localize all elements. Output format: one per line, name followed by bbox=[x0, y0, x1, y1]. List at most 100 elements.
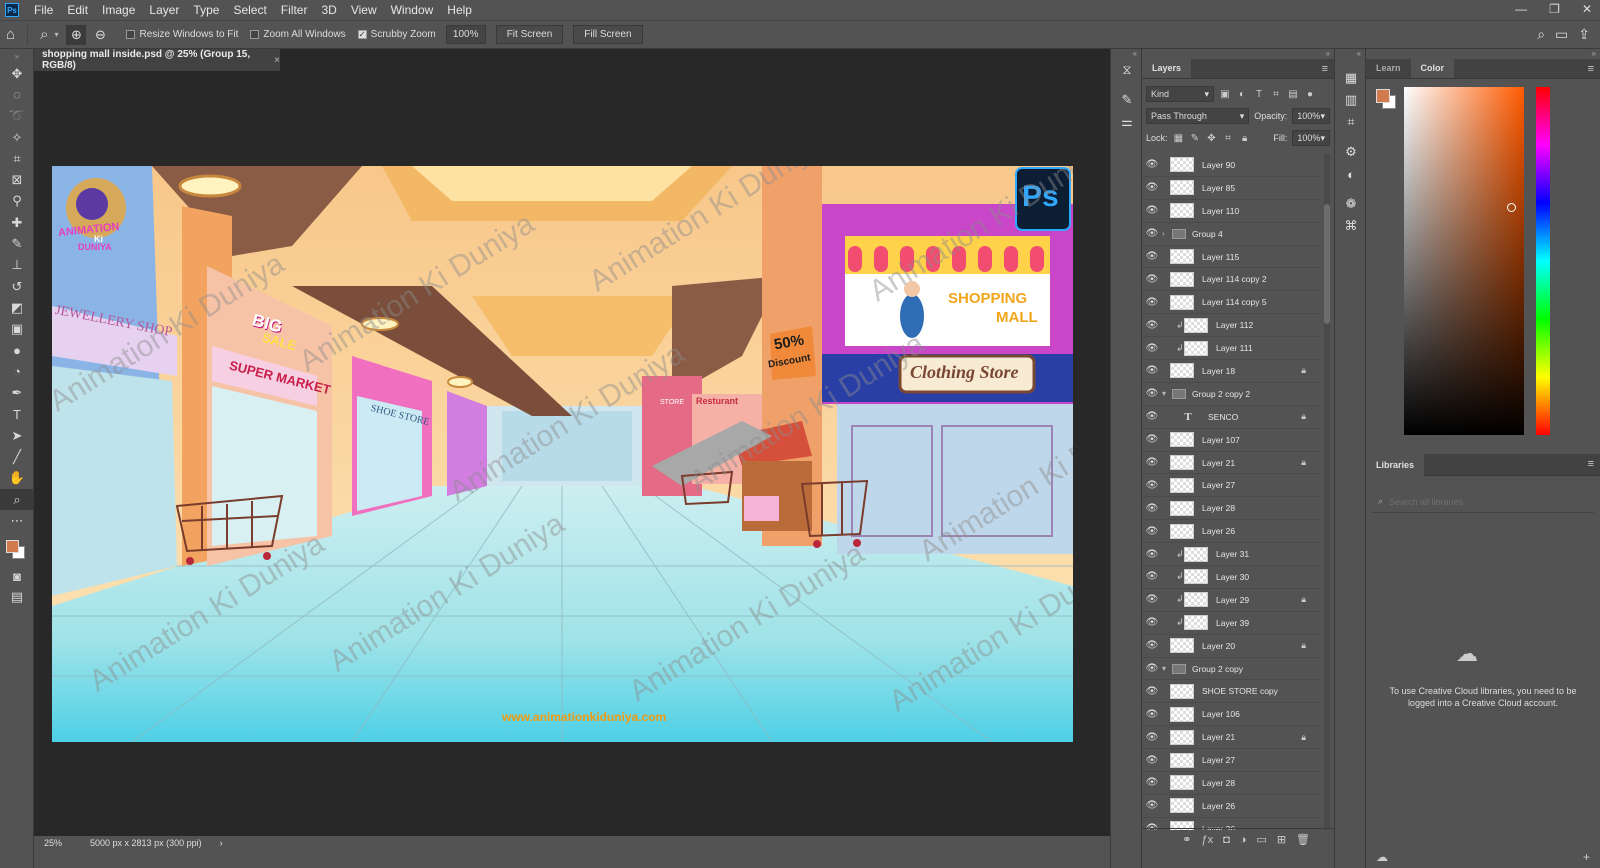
visibility-eye-icon[interactable]: 👁︎ bbox=[1142, 388, 1162, 399]
kind-filter-dropdown[interactable]: Kind ▾ bbox=[1146, 86, 1214, 102]
zoom-tool-icon[interactable]: ⌕ bbox=[0, 488, 34, 511]
layer-row[interactable]: 👁︎ Layer 106 bbox=[1142, 703, 1320, 727]
visibility-eye-icon[interactable]: 👁︎ bbox=[1142, 663, 1162, 674]
visibility-eye-icon[interactable]: 👁︎ bbox=[1142, 777, 1162, 788]
crop-tool-icon[interactable]: ⌗ bbox=[0, 148, 34, 169]
tab-learn[interactable]: Learn bbox=[1366, 58, 1411, 78]
stamp-tool-icon[interactable]: ⊥ bbox=[0, 255, 34, 276]
visibility-eye-icon[interactable]: 👁︎ bbox=[1142, 274, 1162, 285]
color-swatches[interactable] bbox=[0, 532, 34, 566]
visibility-eye-icon[interactable]: 👁︎ bbox=[1142, 617, 1162, 628]
brush-settings-icon[interactable]: ✎ bbox=[1111, 89, 1143, 111]
share-icon[interactable]: ⇪ bbox=[1578, 26, 1590, 43]
layer-name[interactable]: Layer 112 bbox=[1216, 320, 1253, 330]
layer-name[interactable]: Layer 21 bbox=[1202, 458, 1235, 468]
close-tab-icon[interactable]: × bbox=[274, 55, 280, 66]
zoom-in-icon[interactable]: ⊕ bbox=[66, 24, 87, 45]
layer-name[interactable]: Layer 107 bbox=[1202, 435, 1240, 445]
collapse-icon[interactable]: « bbox=[1111, 49, 1141, 59]
adjustments-icon[interactable]: ◐ bbox=[1335, 163, 1367, 185]
patterns-icon[interactable]: ⌗ bbox=[1335, 111, 1367, 133]
chevron-right-icon[interactable]: › bbox=[1162, 229, 1172, 238]
blur-tool-icon[interactable]: ● bbox=[0, 340, 34, 361]
minimize-icon[interactable]: — bbox=[1515, 2, 1527, 16]
visibility-eye-icon[interactable]: 👁︎ bbox=[1142, 297, 1162, 308]
visibility-eye-icon[interactable]: 👁︎ bbox=[1142, 205, 1162, 216]
scrollbar-thumb[interactable] bbox=[1324, 204, 1330, 324]
lasso-tool-icon[interactable]: ➰ bbox=[0, 106, 34, 127]
lock-transparent-icon[interactable]: ▦ bbox=[1173, 133, 1185, 144]
status-menu-arrow-icon[interactable]: › bbox=[220, 838, 223, 848]
color-picker-marker[interactable] bbox=[1507, 203, 1516, 212]
layer-row[interactable]: 👁︎ T SENCO 🔒︎ bbox=[1142, 406, 1320, 429]
tab-color[interactable]: Color bbox=[1410, 58, 1455, 78]
zoom-level[interactable]: 25% bbox=[44, 838, 62, 848]
restore-icon[interactable]: ❐ bbox=[1549, 2, 1560, 16]
eraser-tool-icon[interactable]: ◩ bbox=[0, 297, 34, 318]
photoshop-logo-icon[interactable]: Ps bbox=[5, 3, 19, 17]
layers-scrollbar[interactable] bbox=[1324, 154, 1330, 830]
layer-name[interactable]: Layer 20 bbox=[1202, 641, 1235, 651]
visibility-eye-icon[interactable]: 👁︎ bbox=[1142, 686, 1162, 697]
lock-position-icon[interactable]: ✥ bbox=[1206, 133, 1218, 144]
cloud-sync-icon[interactable]: ☁ bbox=[1376, 850, 1388, 864]
magic-wand-tool-icon[interactable]: ✧ bbox=[0, 127, 34, 148]
visibility-eye-icon[interactable]: 👁︎ bbox=[1142, 457, 1162, 468]
layer-row[interactable]: 👁︎ Layer 110 bbox=[1142, 200, 1320, 223]
panel-menu-icon[interactable]: ≡ bbox=[1588, 458, 1594, 470]
layer-name[interactable]: Layer 85 bbox=[1202, 183, 1235, 193]
layer-row[interactable]: 👁︎ Layer 21 🔒︎ bbox=[1142, 452, 1320, 475]
history-panel-icon[interactable]: ⧖ bbox=[1111, 59, 1143, 81]
quick-mask-icon[interactable]: ◙ bbox=[0, 566, 34, 587]
visibility-eye-icon[interactable]: 👁︎ bbox=[1142, 434, 1162, 445]
menu-type[interactable]: Type bbox=[186, 3, 226, 17]
layer-name[interactable]: Layer 27 bbox=[1202, 480, 1235, 490]
chevron-down-icon[interactable]: ▾ bbox=[54, 30, 58, 39]
menu-file[interactable]: File bbox=[27, 3, 60, 17]
fill-screen-button[interactable]: Fill Screen bbox=[573, 25, 643, 44]
add-library-icon[interactable]: + bbox=[1583, 850, 1590, 864]
layer-name[interactable]: Layer 114 copy 5 bbox=[1202, 297, 1267, 307]
layer-name[interactable]: Layer 106 bbox=[1202, 709, 1240, 719]
menu-3d[interactable]: 3D bbox=[314, 3, 343, 17]
gradients-icon[interactable]: ▥ bbox=[1335, 89, 1367, 111]
hand-tool-icon[interactable]: ✋ bbox=[0, 468, 34, 489]
layer-row[interactable]: 👁︎ Layer 28 bbox=[1142, 497, 1320, 521]
gradient-tool-icon[interactable]: ▣ bbox=[0, 319, 34, 340]
layer-row[interactable]: 👁︎ Layer 85 bbox=[1142, 177, 1320, 200]
layer-row[interactable]: 👁︎ ↲ Layer 111 bbox=[1142, 337, 1320, 361]
layer-name[interactable]: Layer 114 copy 2 bbox=[1202, 274, 1267, 284]
layer-row[interactable]: 👁︎ Layer 26 bbox=[1142, 795, 1320, 818]
pixel-filter-icon[interactable]: ▣ bbox=[1219, 89, 1231, 100]
layer-row[interactable]: 👁︎ ▾ Group 2 copy bbox=[1142, 658, 1320, 681]
layer-row[interactable]: 👁︎ Layer 21 🔒︎ bbox=[1142, 726, 1320, 750]
marquee-tool-icon[interactable]: ◌ bbox=[0, 84, 34, 105]
add-mask-icon[interactable]: ◘ bbox=[1223, 834, 1230, 846]
visibility-eye-icon[interactable]: 👁︎ bbox=[1142, 320, 1162, 331]
adjustment-filter-icon[interactable]: ◐ bbox=[1236, 89, 1248, 100]
layer-name[interactable]: Group 2 copy bbox=[1192, 664, 1243, 674]
channels-icon[interactable]: ❁ bbox=[1335, 193, 1367, 215]
zoom-out-icon[interactable]: ⊖ bbox=[90, 25, 110, 45]
layer-name[interactable]: Layer 26 bbox=[1202, 526, 1235, 536]
lock-image-icon[interactable]: ✎ bbox=[1189, 133, 1201, 144]
collapse-icon[interactable]: » bbox=[0, 49, 34, 63]
layer-row[interactable]: 👁︎ Layer 18 🔒︎ bbox=[1142, 360, 1320, 383]
visibility-eye-icon[interactable]: 👁︎ bbox=[1142, 640, 1162, 651]
visibility-eye-icon[interactable]: 👁︎ bbox=[1142, 365, 1162, 376]
chevron-down-icon[interactable]: ▾ bbox=[1162, 389, 1172, 398]
layer-name[interactable]: Layer 31 bbox=[1216, 549, 1249, 559]
color-picker-field[interactable] bbox=[1404, 87, 1524, 435]
fill-field[interactable]: 100% ▾ bbox=[1292, 130, 1330, 146]
smart-object-filter-icon[interactable]: ▤ bbox=[1287, 89, 1299, 100]
layer-row[interactable]: 👁︎ Layer 28 bbox=[1142, 772, 1320, 795]
menu-select[interactable]: Select bbox=[226, 3, 273, 17]
visibility-eye-icon[interactable]: 👁︎ bbox=[1142, 251, 1162, 262]
layer-row[interactable]: 👁︎ Layer 27 bbox=[1142, 474, 1320, 498]
visibility-eye-icon[interactable]: 👁︎ bbox=[1142, 526, 1162, 537]
new-group-icon[interactable]: ▭ bbox=[1256, 833, 1266, 846]
brush-tool-icon[interactable]: ✎ bbox=[0, 233, 34, 254]
visibility-eye-icon[interactable]: 👁︎ bbox=[1142, 411, 1162, 422]
layer-row[interactable]: 👁︎ Layer 114 copy 2 bbox=[1142, 268, 1320, 292]
chevron-down-icon[interactable]: ▾ bbox=[1162, 664, 1172, 673]
